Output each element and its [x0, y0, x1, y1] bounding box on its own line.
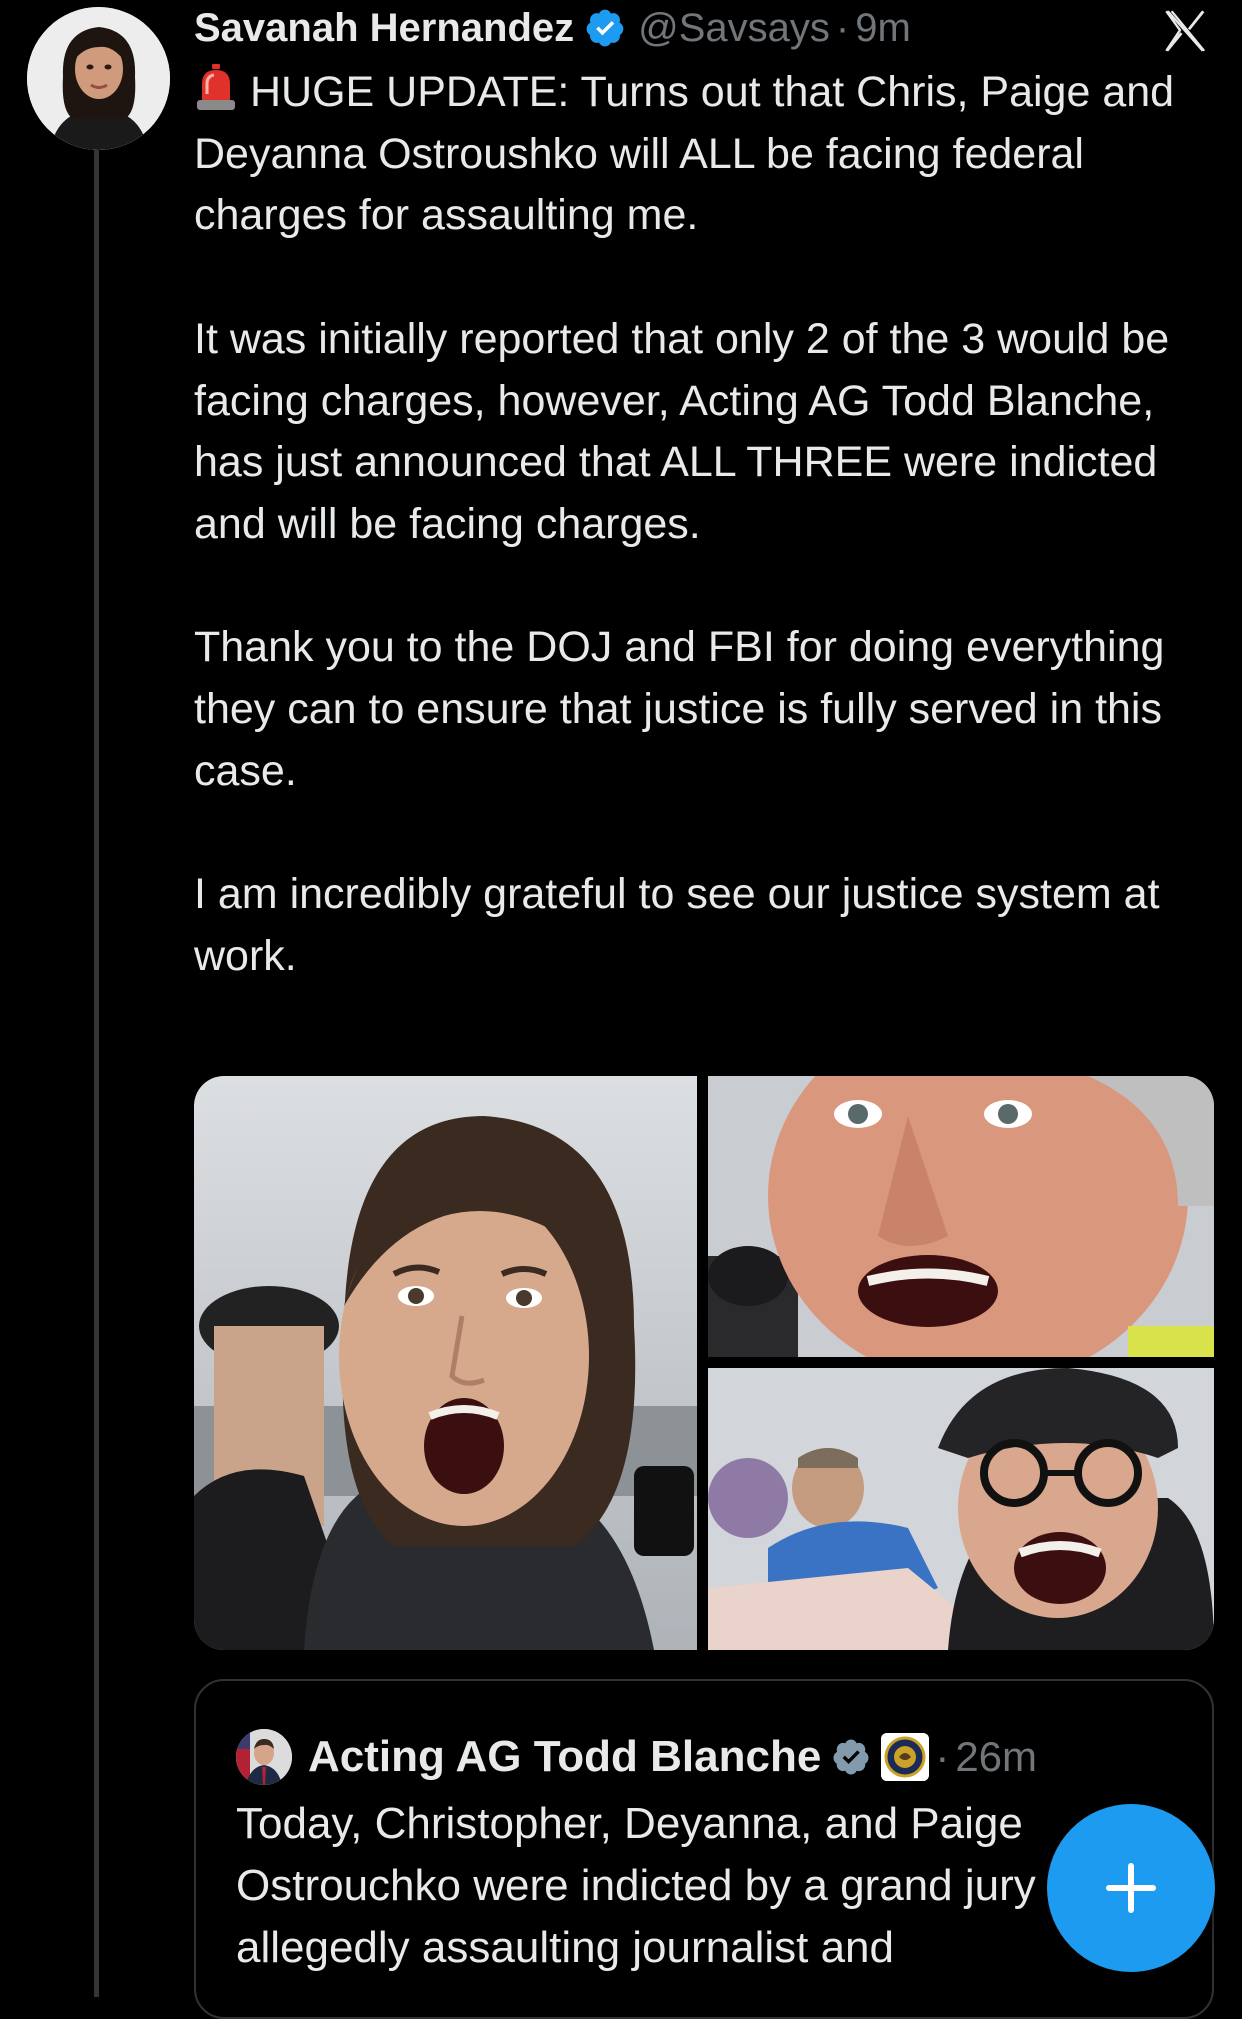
- tweet-body: HUGE UPDATE: Turns out that Chris, Paige…: [194, 62, 1204, 988]
- photo-man-shouting[interactable]: [708, 1076, 1214, 1357]
- tweet-paragraph-3: Thank you to the DOJ and FBI for doing e…: [194, 623, 1165, 795]
- quoted-author-name[interactable]: Acting AG Todd Blanche: [308, 1732, 821, 1782]
- tweet-paragraph: HUGE UPDATE: Turns out that Chris, Paige…: [194, 62, 1204, 247]
- media-grid: [194, 1076, 1214, 1650]
- tweet-paragraph-1: HUGE UPDATE: Turns out that Chris, Paige…: [194, 68, 1175, 240]
- verified-badge-icon: [586, 9, 624, 47]
- tweet-paragraph-4: I am incredibly grateful to see our just…: [194, 870, 1160, 980]
- photo-woman-glasses-shouting[interactable]: [708, 1368, 1214, 1650]
- gray-verified-badge-icon: [833, 1739, 869, 1775]
- author-avatar[interactable]: [27, 7, 170, 150]
- doj-seal-icon: [881, 1733, 930, 1781]
- quoted-header-separator: ·: [935, 1733, 950, 1780]
- thread-connector-line: [94, 150, 99, 1997]
- rotating-light-icon: [194, 64, 238, 112]
- tweet-header: Savanah Hernandez @Savsays · 9m: [194, 2, 911, 54]
- x-logo-icon: [1165, 10, 1206, 52]
- photo-woman-shouting[interactable]: [194, 1076, 697, 1650]
- quoted-author-avatar[interactable]: [236, 1729, 292, 1785]
- compose-button[interactable]: [1047, 1804, 1215, 1972]
- quoted-tweet-header: Acting AG Todd Blanche · 26m: [236, 1729, 1037, 1785]
- author-handle[interactable]: @Savsays: [638, 6, 830, 51]
- header-separator: ·: [835, 5, 850, 50]
- quoted-tweet-timestamp[interactable]: 26m: [955, 1733, 1037, 1781]
- author-name[interactable]: Savanah Hernandez: [194, 6, 574, 51]
- avatar-portrait: [27, 7, 170, 150]
- plus-icon: [1106, 1863, 1156, 1913]
- tweet-paragraph-2: It was initially reported that only 2 of…: [194, 314, 1170, 548]
- tweet-timestamp[interactable]: 9m: [855, 6, 911, 51]
